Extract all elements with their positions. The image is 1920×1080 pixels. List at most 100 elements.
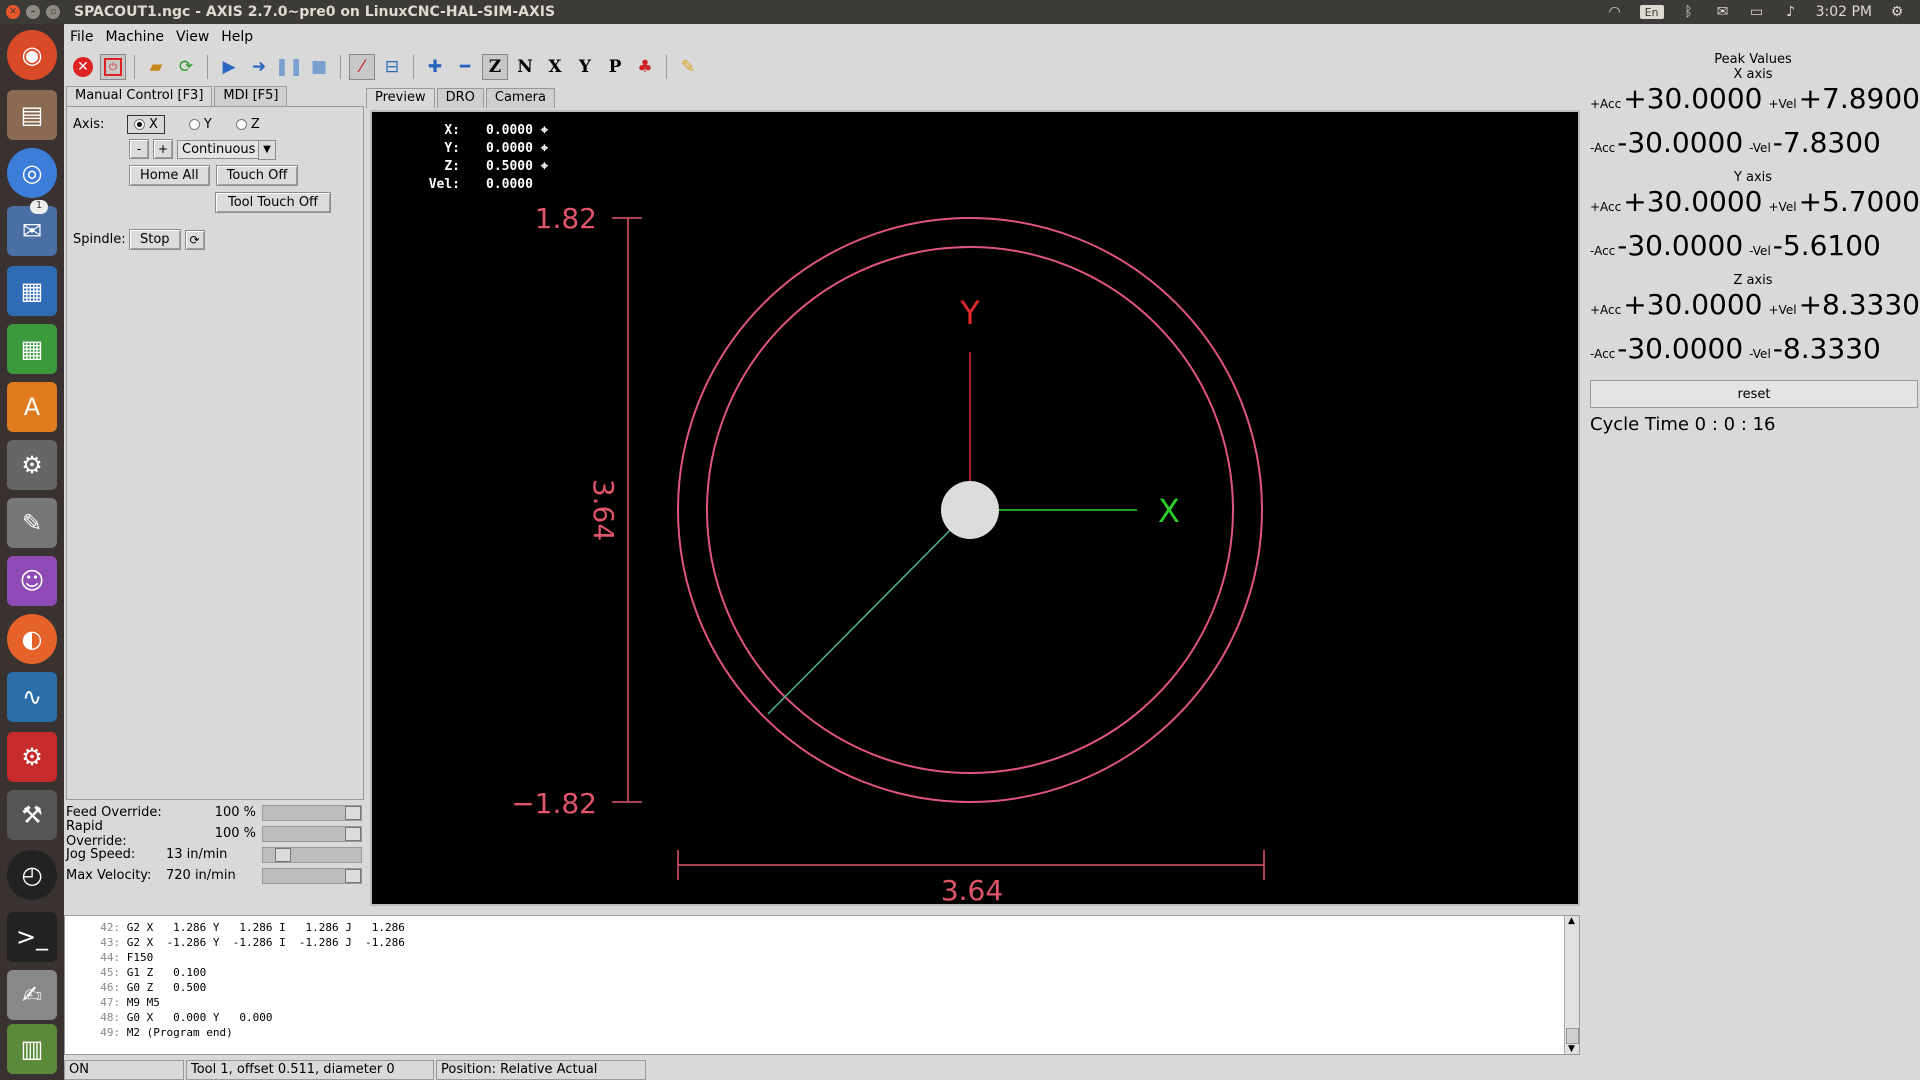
preview-canvas[interactable]: X: 0.0000 ⌖ Y: 0.0000 ⌖ Z: 0.5000 ⌖ Vel: 0.0… — [370, 110, 1580, 906]
tab-dro[interactable]: DRO — [436, 88, 484, 108]
close-window-button[interactable]: ✕ — [6, 5, 20, 19]
jog-minus-button[interactable]: - — [129, 139, 149, 159]
gcode-line[interactable]: 44: F150 — [87, 950, 405, 965]
home-all-button[interactable]: Home All — [129, 165, 210, 186]
trash-icon[interactable]: ▥ — [7, 1024, 57, 1074]
settings-gear-icon[interactable]: ⚙ — [1888, 4, 1906, 20]
jog-speed-slider[interactable] — [262, 846, 362, 863]
tab-preview[interactable]: Preview — [366, 88, 435, 108]
ubuntu-dash-icon[interactable]: ◉ — [7, 30, 57, 80]
terminal-icon[interactable]: >_ — [7, 912, 57, 962]
rotate-view-icon[interactable]: ♣ — [632, 54, 658, 80]
spindle-direction-icon[interactable]: ⟳ — [184, 229, 205, 250]
view-perspective-icon[interactable]: P — [602, 54, 628, 80]
clear-plot-icon[interactable]: ✎ — [675, 54, 701, 80]
calc-icon[interactable]: ▦ — [7, 324, 57, 374]
wifi-icon[interactable]: ◠ — [1606, 4, 1624, 20]
optional-stop-icon[interactable]: ⊟ — [379, 54, 405, 80]
writer-icon[interactable]: ▦ — [7, 266, 57, 316]
feed-override-slider[interactable] — [262, 804, 362, 821]
vel-plus-label: +Vel — [1768, 97, 1797, 111]
maximize-window-button[interactable]: ▫ — [46, 5, 60, 19]
feed-move-line — [767, 509, 971, 715]
files-icon[interactable]: ▤ — [7, 90, 57, 140]
spindle-stop-button[interactable]: Stop — [129, 229, 181, 250]
menu-file[interactable]: File — [64, 29, 99, 45]
volume-icon[interactable]: ♪ — [1782, 4, 1800, 20]
gcode-line[interactable]: 46: G0 Z 0.500 — [87, 980, 405, 995]
estop-icon[interactable]: ✕ — [70, 54, 96, 80]
bluetooth-icon[interactable]: ᛒ — [1680, 4, 1698, 20]
gcode-line[interactable]: 48: G0 X 0.000 Y 0.000 — [87, 1010, 405, 1025]
gcode-line[interactable]: 42: G2 X 1.286 Y 1.286 I 1.286 J 1.286 — [87, 920, 405, 935]
block-delete-icon[interactable]: ⁄ — [349, 54, 375, 80]
reset-button[interactable]: reset — [1590, 380, 1918, 408]
tool-icon[interactable]: ✎ — [7, 498, 57, 548]
view-x-icon[interactable]: X — [542, 54, 568, 80]
zoom-in-icon[interactable]: ✚ — [422, 54, 448, 80]
gcode-line[interactable]: 49: M2 (Program end) — [87, 1025, 405, 1040]
scroll-thumb[interactable] — [1566, 1028, 1579, 1044]
gcode-line-number: 42: — [87, 921, 127, 934]
z-acc-minus-value: -30.0000 — [1617, 332, 1744, 365]
stop-icon[interactable]: ■ — [306, 54, 332, 80]
cnc-tool-icon[interactable]: ⚒ — [7, 790, 57, 840]
max-velocity-slider[interactable] — [262, 867, 362, 884]
tab-manual-control[interactable]: Manual Control [F3] — [66, 86, 213, 106]
status-bar: ON Tool 1, offset 0.511, diameter 0 Posi… — [64, 1060, 1920, 1080]
jog-increment-select[interactable]: Continuous ▼ — [177, 139, 276, 160]
run-icon[interactable]: ▶ — [216, 54, 242, 80]
zoom-out-icon[interactable]: ━ — [452, 54, 478, 80]
view-z2-icon[interactable]: N — [512, 54, 538, 80]
software-center-icon[interactable]: A — [7, 382, 57, 432]
pause-icon[interactable]: ❚❚ — [275, 54, 304, 80]
open-file-icon[interactable]: ▰ — [143, 54, 169, 80]
slider-thumb[interactable] — [275, 847, 291, 862]
y-top-label: 1.82 — [535, 202, 597, 235]
scroll-down-icon[interactable]: ▼ — [1566, 1044, 1577, 1054]
step-icon[interactable]: ➜ — [246, 54, 272, 80]
jog-plus-button[interactable]: + — [153, 139, 173, 159]
clock-icon[interactable]: ◴ — [7, 850, 57, 900]
axis-x-radio[interactable]: X — [127, 115, 165, 134]
monitor-icon[interactable]: ∿ — [7, 672, 57, 722]
gcode-line[interactable]: 47: M9 M5 — [87, 995, 405, 1010]
battery-icon[interactable]: ▭ — [1748, 4, 1766, 20]
scroll-up-icon[interactable]: ▲ — [1566, 916, 1577, 926]
axis-y-radio[interactable]: Y — [188, 117, 212, 132]
chromium-icon[interactable]: ◎ — [7, 148, 57, 198]
chevron-down-icon[interactable]: ▼ — [258, 139, 276, 160]
tab-camera[interactable]: Camera — [485, 88, 555, 108]
slider-thumb[interactable] — [345, 826, 361, 841]
gcode-line[interactable]: 43: G2 X -1.286 Y -1.286 I -1.286 J -1.2… — [87, 935, 405, 950]
gcode-scrollbar[interactable]: ▲ ▼ — [1564, 916, 1579, 1054]
thunderbird-icon[interactable]: ✉ — [7, 206, 57, 256]
menu-view[interactable]: View — [170, 29, 215, 45]
axis-z-radio[interactable]: Z — [235, 117, 260, 132]
gcode-line[interactable]: 45: G1 Z 0.100 — [87, 965, 405, 980]
tab-mdi[interactable]: MDI [F5] — [214, 86, 288, 106]
text-editor-icon[interactable]: ✍ — [7, 970, 57, 1020]
minimize-window-button[interactable]: – — [26, 5, 40, 19]
mail-icon[interactable]: ✉ — [1714, 4, 1732, 20]
rapid-override-slider[interactable] — [262, 825, 362, 842]
view-y-icon[interactable]: Y — [572, 54, 598, 80]
x-vel-minus-value: -7.8300 — [1772, 126, 1881, 159]
pidgin-icon[interactable]: ☺ — [7, 556, 57, 606]
touch-off-button[interactable]: Touch Off — [215, 165, 299, 186]
gcode-listing[interactable]: 42: G2 X 1.286 Y 1.286 I 1.286 J 1.286 4… — [64, 915, 1580, 1055]
firefox-icon[interactable]: ◐ — [7, 614, 57, 664]
view-z-icon[interactable]: Z — [482, 54, 508, 80]
system-settings-icon[interactable]: ⚙ — [7, 440, 57, 490]
reload-icon[interactable]: ⟳ — [173, 54, 199, 80]
tool-touch-off-button[interactable]: Tool Touch Off — [215, 192, 332, 213]
menu-help[interactable]: Help — [215, 29, 259, 45]
linuxcnc-gear-icon[interactable]: ⚙ — [7, 732, 57, 782]
keyboard-layout-indicator[interactable]: En — [1639, 5, 1664, 19]
clock[interactable]: 3:02 PM — [1816, 4, 1872, 20]
slider-thumb[interactable] — [345, 805, 361, 820]
menu-machine[interactable]: Machine — [99, 29, 170, 45]
machine-power-icon[interactable]: ⏻ — [100, 54, 126, 80]
jog-speed-value: 13 in/min — [166, 847, 228, 862]
slider-thumb[interactable] — [345, 868, 361, 883]
